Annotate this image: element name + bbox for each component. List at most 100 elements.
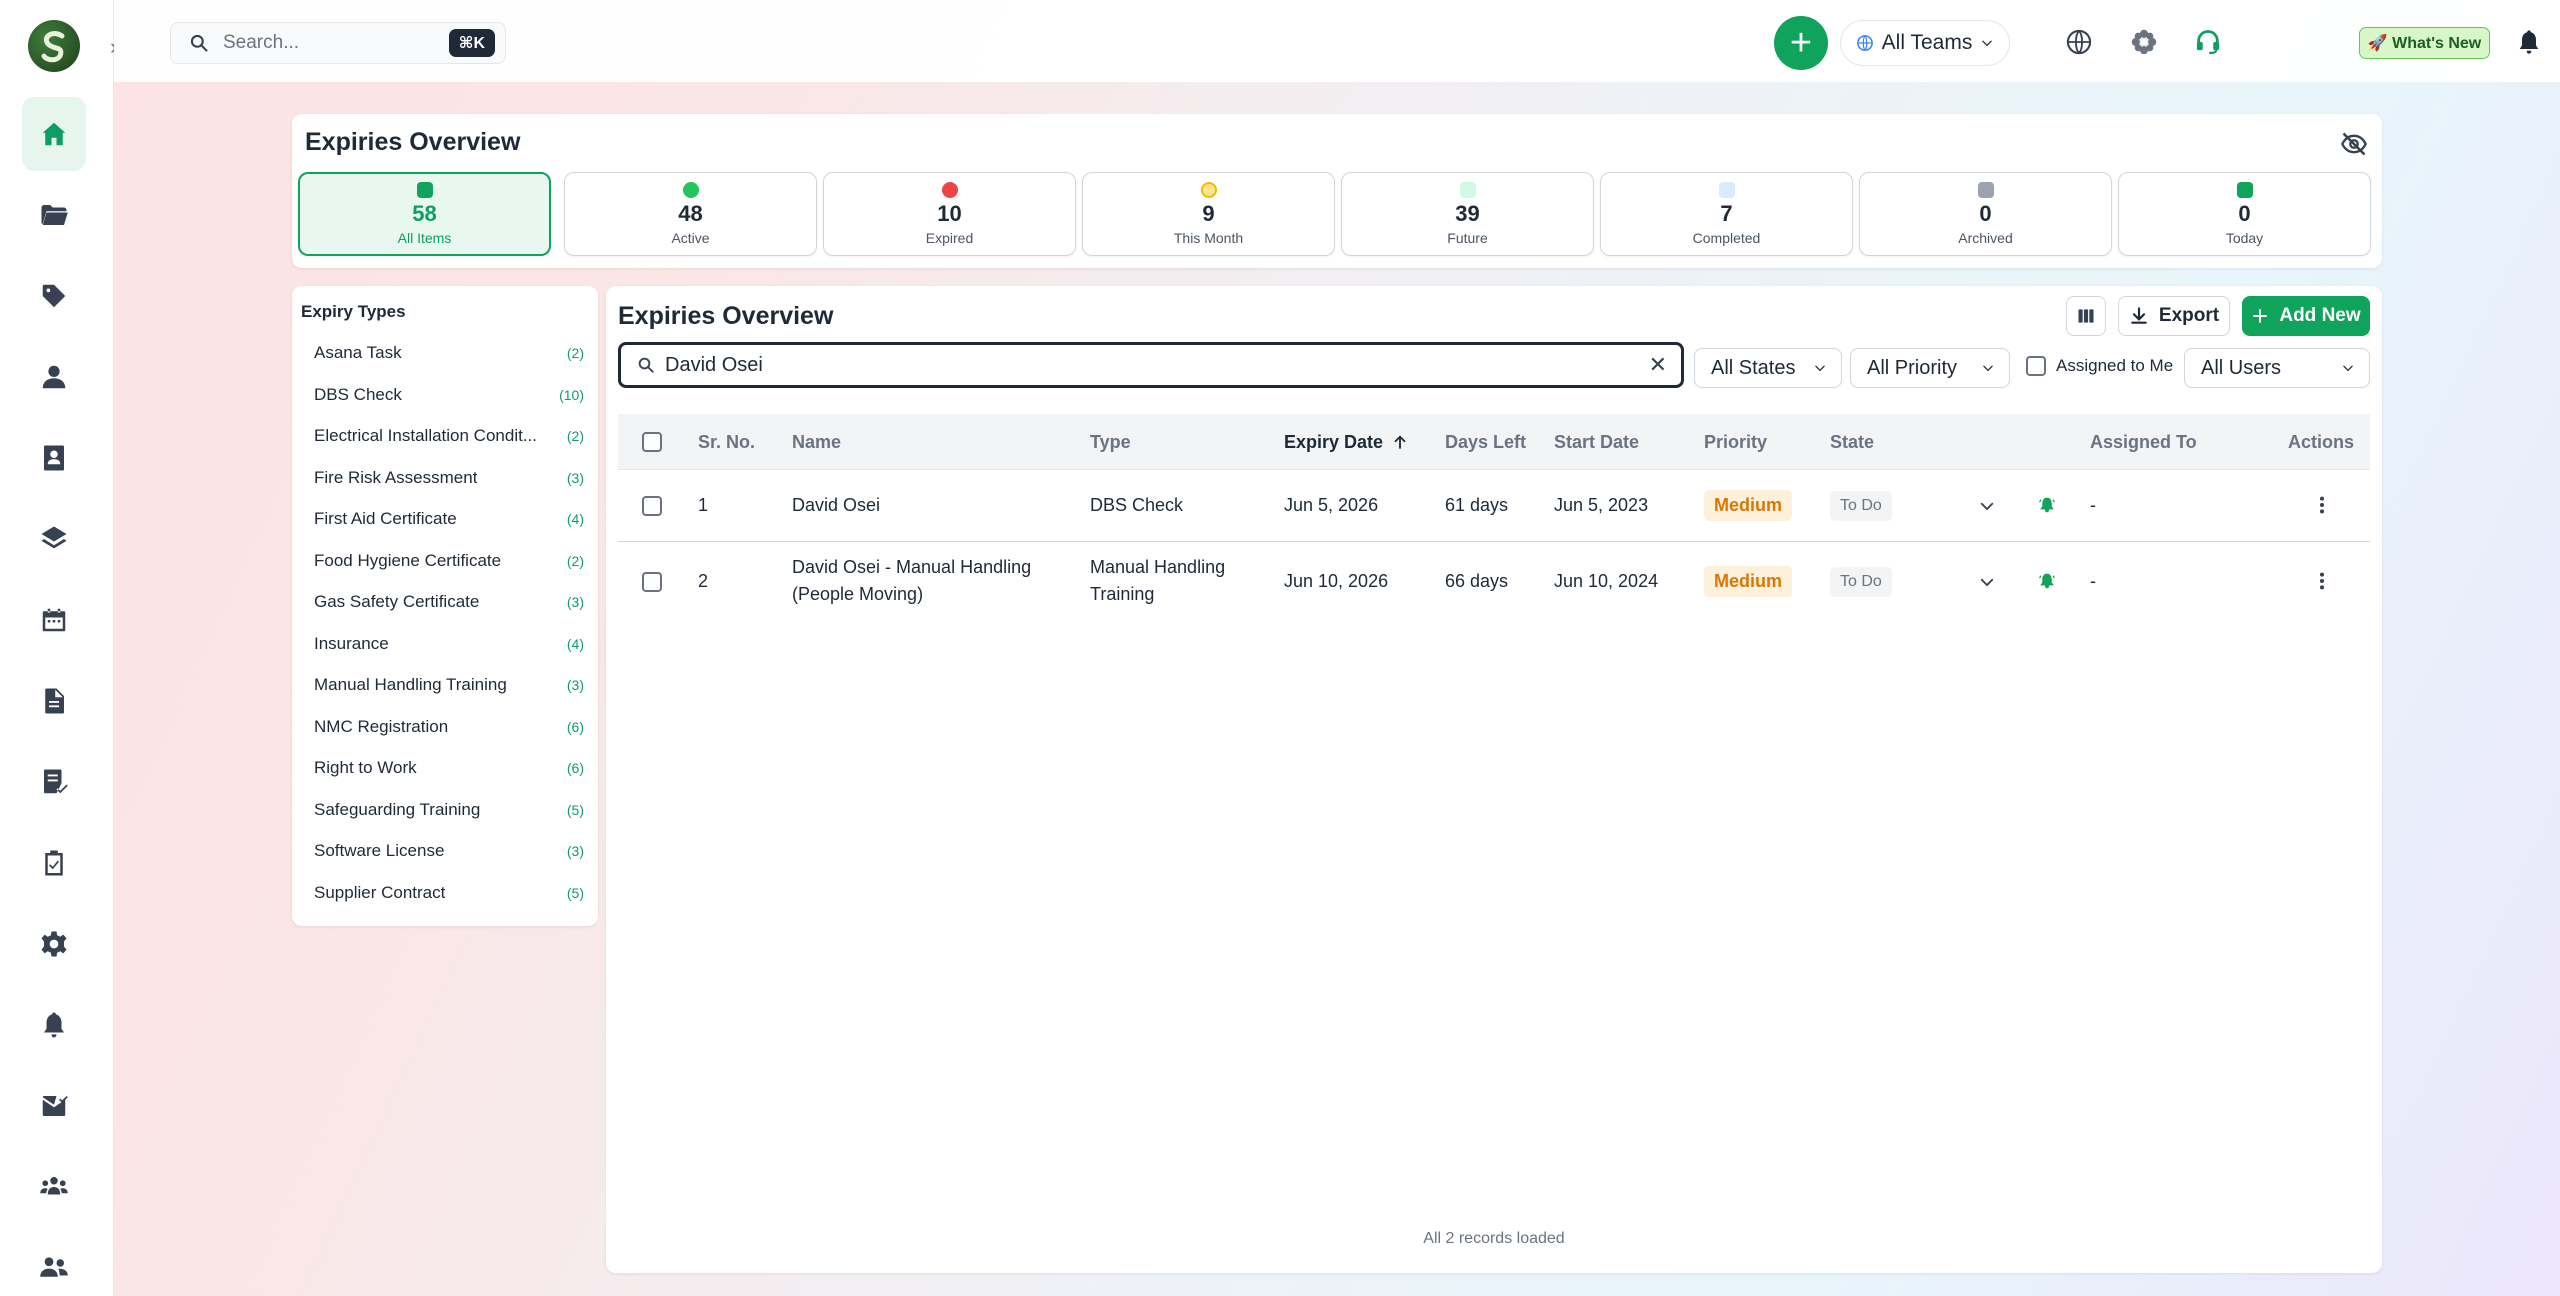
users-filter-dropdown[interactable]: All Users	[2184, 348, 2370, 388]
expiry-type-name: Fire Risk Assessment	[314, 468, 478, 487]
expiry-type-item[interactable]: Asana Task (2)	[314, 338, 584, 368]
column-header-state[interactable]: State	[1830, 414, 1874, 470]
search-icon	[190, 34, 208, 52]
whats-new-button[interactable]: 🚀 What's New	[2359, 27, 2490, 59]
stat-card-this-month[interactable]: 9 This Month	[1082, 172, 1335, 256]
expiry-type-item[interactable]: First Aid Certificate (4)	[314, 504, 584, 534]
column-header-days-left[interactable]: Days Left	[1445, 414, 1526, 470]
stat-label: Expired	[925, 229, 974, 246]
reminder-bell-button[interactable]	[2038, 496, 2056, 514]
team-selector-dropdown[interactable]: All Teams	[1840, 20, 2010, 66]
sidebar-item-settings[interactable]	[22, 907, 86, 981]
export-label: Export	[2158, 305, 2220, 326]
expiry-type-item[interactable]: Electrical Installation Condit... (2)	[314, 421, 584, 451]
cell-name[interactable]: David Osei - Manual Handling (People Mov…	[792, 554, 1062, 608]
sidebar-item-teams[interactable]	[22, 1150, 86, 1224]
expiry-type-name: DBS Check	[314, 385, 402, 404]
export-button[interactable]: Export	[2118, 296, 2230, 336]
expiry-type-count: (2)	[566, 553, 584, 569]
language-button[interactable]	[2063, 26, 2095, 58]
global-search-input[interactable]: Search... ⌘K	[170, 22, 506, 64]
expiry-type-item[interactable]: Insurance (4)	[314, 629, 584, 659]
expiry-type-item[interactable]: Software License (3)	[314, 836, 584, 866]
clear-search-icon[interactable]: ✕	[1649, 352, 1667, 378]
column-header-priority[interactable]: Priority	[1704, 414, 1767, 470]
sidebar-item-people[interactable]	[22, 340, 86, 414]
state-dropdown-toggle[interactable]	[1978, 497, 1996, 515]
column-header-expiry-date[interactable]: Expiry Date	[1284, 414, 1409, 470]
expiry-type-item[interactable]: NMC Registration (6)	[314, 712, 584, 742]
expiry-type-item[interactable]: Manual Handling Training (3)	[314, 670, 584, 700]
expiry-type-item[interactable]: Gas Safety Certificate (3)	[314, 587, 584, 617]
checklist-icon	[44, 769, 68, 794]
reminder-bell-button[interactable]	[2038, 572, 2056, 590]
row-actions-button[interactable]	[2311, 494, 2333, 516]
table-row[interactable]: 1 David Osei DBS Check Jun 5, 2026 61 da…	[618, 470, 2370, 542]
sort-ascending-icon	[1394, 435, 1406, 449]
sidebar-item-calendar[interactable]	[22, 583, 86, 657]
sidebar-item-checklists[interactable]	[22, 745, 86, 819]
column-header-type[interactable]: Type	[1090, 414, 1131, 470]
sidebar-item-notifications[interactable]	[22, 988, 86, 1062]
quick-add-button[interactable]: +	[1774, 16, 1828, 70]
integrations-button[interactable]	[2128, 26, 2160, 58]
stat-value: 10	[937, 201, 962, 227]
column-header-sr-no[interactable]: Sr. No.	[698, 414, 755, 470]
select-all-checkbox[interactable]	[642, 432, 662, 452]
table-search-value: David Osei	[665, 353, 763, 376]
sidebar-item-home[interactable]	[22, 97, 86, 171]
app-logo[interactable]	[28, 20, 80, 72]
sidebar-item-tags[interactable]	[22, 259, 86, 333]
column-header-start-date[interactable]: Start Date	[1554, 414, 1639, 470]
sidebar-item-tasks[interactable]	[22, 826, 86, 900]
expiry-types-title: Expiry Types	[301, 302, 406, 321]
folder-icon	[41, 205, 68, 225]
table-search-input[interactable]: David Osei ✕	[618, 342, 1684, 388]
expiry-type-name: First Aid Certificate	[314, 509, 457, 528]
sidebar-item-documents[interactable]	[22, 664, 86, 738]
sidebar-item-layers[interactable]	[22, 502, 86, 576]
column-header-assigned-to[interactable]: Assigned To	[2090, 414, 2197, 470]
row-checkbox[interactable]	[642, 496, 662, 516]
notifications-button[interactable]	[2513, 26, 2545, 58]
stat-value: 39	[1455, 201, 1480, 227]
row-actions-button[interactable]	[2311, 570, 2333, 592]
stat-card-all-items[interactable]: 58 All Items	[298, 172, 551, 256]
expiry-types-panel: Expiry Types Asana Task (2) DBS Check (10)…	[292, 286, 598, 926]
row-checkbox[interactable]	[642, 572, 662, 592]
assigned-to-me-checkbox[interactable]	[2026, 356, 2046, 376]
top-bar: Search... ⌘K + All Teams 🚀 What's New K	[114, 0, 2560, 82]
stat-card-active[interactable]: 48 Active	[564, 172, 817, 256]
eye-off-icon[interactable]	[2340, 130, 2368, 158]
expiry-type-item[interactable]: Right to Work (6)	[314, 753, 584, 783]
add-new-button[interactable]: Add New	[2242, 296, 2370, 336]
support-button[interactable]	[2192, 26, 2224, 58]
sidebar-item-users[interactable]	[22, 1231, 86, 1296]
sidebar-item-contacts[interactable]	[22, 421, 86, 495]
cell-priority: Medium	[1704, 566, 1793, 597]
expiry-type-item[interactable]: Fire Risk Assessment (3)	[314, 463, 584, 493]
search-icon	[638, 357, 654, 373]
assigned-to-me-filter[interactable]: Assigned to Me	[2026, 356, 2173, 376]
expiry-type-item[interactable]: Safeguarding Training (5)	[314, 795, 584, 825]
stat-card-expired[interactable]: 10 Expired	[823, 172, 1076, 256]
stat-card-completed[interactable]: 7 Completed	[1600, 172, 1853, 256]
expiry-type-item[interactable]: Food Hygiene Certificate (2)	[314, 546, 584, 576]
cell-name[interactable]: David Osei	[792, 492, 880, 519]
stat-card-archived[interactable]: 0 Archived	[1859, 172, 2112, 256]
bell-icon	[44, 1012, 64, 1038]
expiry-type-item[interactable]: Supplier Contract (5)	[314, 878, 584, 908]
stat-card-today[interactable]: 0 Today	[2118, 172, 2371, 256]
sidebar-item-folders[interactable]	[22, 178, 86, 252]
cell-priority: Medium	[1704, 490, 1793, 521]
stat-card-future[interactable]: 39 Future	[1341, 172, 1594, 256]
column-header-name[interactable]: Name	[792, 414, 841, 470]
sidebar-item-inbox[interactable]	[22, 1069, 86, 1143]
priority-filter-dropdown[interactable]: All Priority	[1850, 348, 2010, 388]
column-visibility-button[interactable]	[2066, 296, 2106, 336]
expiry-type-item[interactable]: DBS Check (10)	[314, 380, 584, 410]
states-filter-dropdown[interactable]: All States	[1694, 348, 1842, 388]
cell-expiry-date: Jun 5, 2026	[1284, 495, 1379, 515]
state-dropdown-toggle[interactable]	[1978, 573, 1996, 591]
table-row[interactable]: 2 David Osei - Manual Handling (People M…	[618, 542, 2370, 622]
